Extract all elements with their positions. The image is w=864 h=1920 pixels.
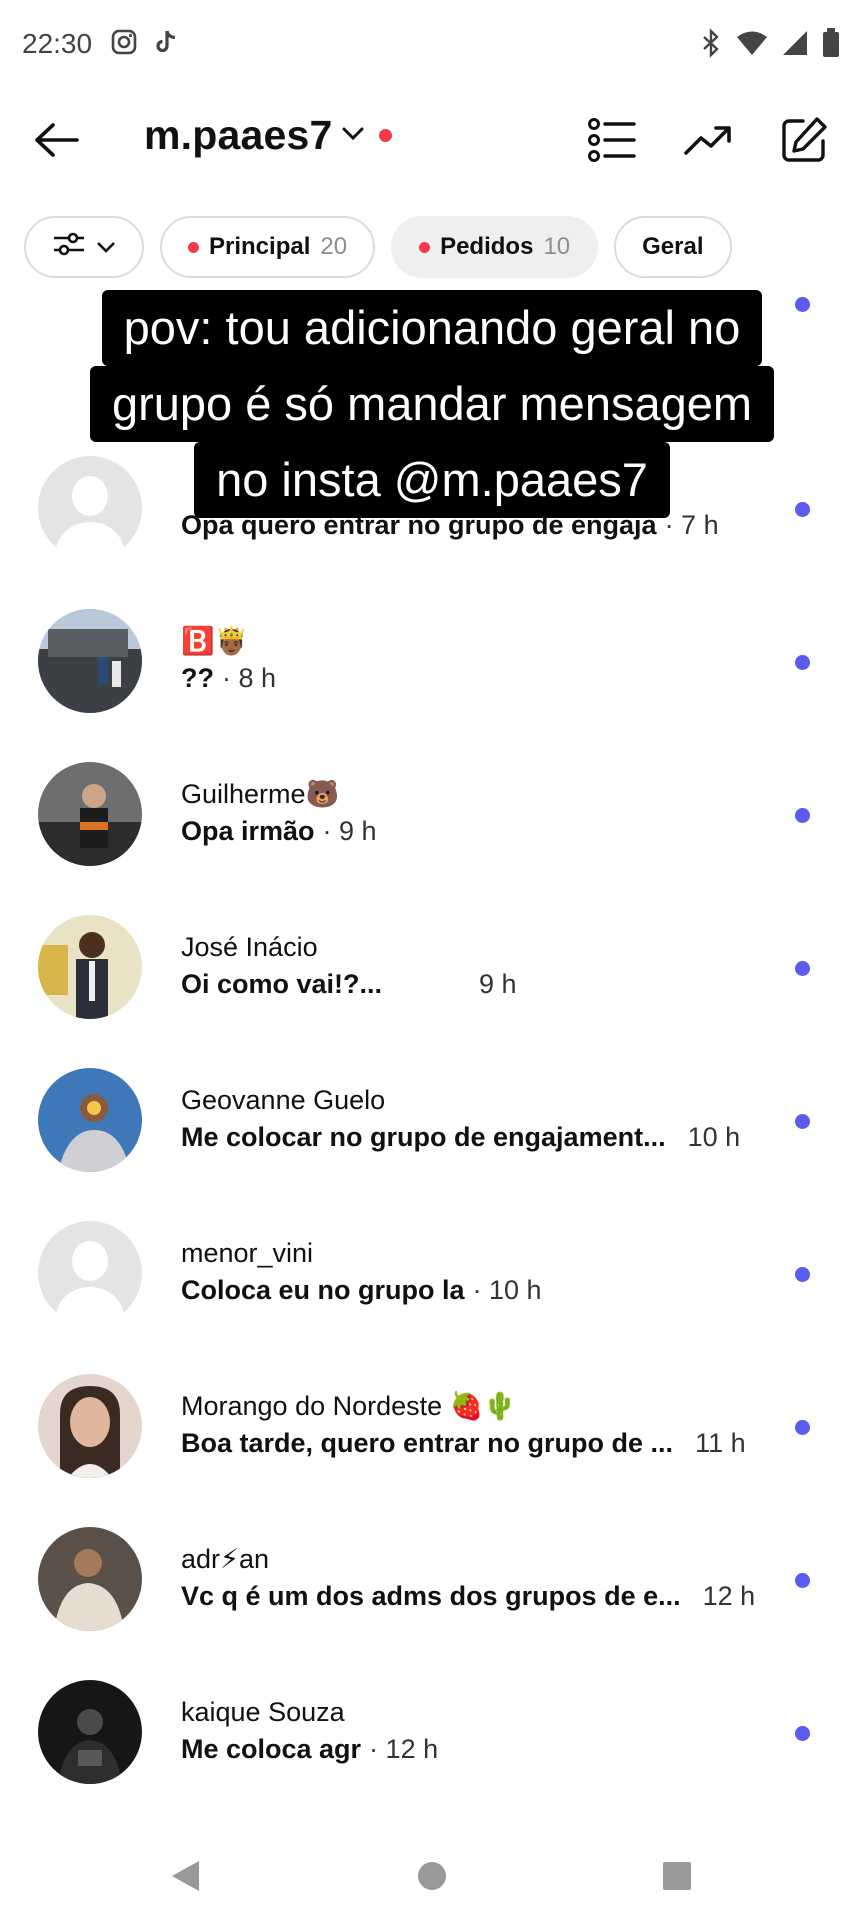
list-item[interactable]: kaique Souza Me coloca agr · 12 h xyxy=(0,1664,864,1816)
chip-count: 10 xyxy=(543,233,571,260)
thread-name: Guilherme🐻 xyxy=(181,779,340,809)
status-time: 22:30 xyxy=(22,28,93,59)
unread-dot xyxy=(188,241,199,253)
unread-indicator xyxy=(795,1420,810,1435)
thread-name: 🅱️🤴🏾 xyxy=(181,626,249,656)
list-item[interactable]: 🅱️🤴🏾 ?? · 8 h xyxy=(0,593,864,745)
chip-label: Pedidos xyxy=(440,233,534,260)
compose-icon xyxy=(779,115,829,170)
list-item[interactable]: Morango do Nordeste 🍓🌵 Boa tarde, quero … xyxy=(0,1358,864,1510)
tab-pedidos[interactable]: Pedidos 10 xyxy=(391,216,599,278)
back-triangle-icon xyxy=(169,1859,201,1898)
avatar xyxy=(38,1680,142,1784)
thread-name: kaique Souza xyxy=(181,1697,345,1727)
avatar xyxy=(38,762,142,866)
thread-name: Morango do Nordeste 🍓🌵 xyxy=(181,1391,517,1421)
list-item[interactable]: José Inácio Oi como vai!?... 9 h xyxy=(0,899,864,1051)
avatar xyxy=(38,1221,142,1325)
thread-name: menor_vini xyxy=(181,1238,314,1268)
thread-time: · 10 h xyxy=(472,1275,542,1305)
instagram-icon xyxy=(110,28,138,61)
recents-square-icon xyxy=(661,1860,693,1897)
unread-indicator xyxy=(795,655,810,670)
thread-message: ?? xyxy=(181,663,214,693)
avatar xyxy=(38,915,142,1019)
list-item[interactable]: menor_vini Coloca eu no grupo la · 10 h xyxy=(0,1205,864,1357)
signal-icon xyxy=(782,30,808,61)
unread-indicator xyxy=(795,1114,810,1129)
back-arrow-icon xyxy=(33,122,79,163)
thread-time: · 12 h xyxy=(369,1734,439,1764)
list-icon xyxy=(587,117,637,168)
list-item[interactable]: adr⚡an Vc q é um dos adms dos grupos de … xyxy=(0,1511,864,1663)
caption-line-2: grupo é só mandar mensagem xyxy=(89,366,775,442)
compose-button[interactable] xyxy=(776,114,832,170)
nav-home-button[interactable] xyxy=(412,1858,452,1898)
chevron-down-icon xyxy=(341,124,365,147)
thread-message: Boa tarde, quero entrar no grupo de ... xyxy=(181,1428,674,1458)
unread-indicator xyxy=(795,808,810,823)
video-caption: pov: tou adicionando geral no grupo é só… xyxy=(0,290,864,518)
thread-message: Me colocar no grupo de engajament... xyxy=(181,1122,666,1152)
nav-recents-button[interactable] xyxy=(657,1858,697,1898)
thread-time: 9 h xyxy=(479,969,517,999)
wifi-icon xyxy=(736,30,768,61)
thread-message: Me coloca agr xyxy=(181,1734,362,1764)
status-bar: 22:30 xyxy=(0,0,864,92)
chip-count: 20 xyxy=(320,233,348,260)
trending-button[interactable] xyxy=(680,114,736,170)
thread-message: Opa irmão xyxy=(181,816,315,846)
avatar xyxy=(38,1068,142,1172)
unread-indicator xyxy=(795,1573,810,1588)
top-bar: m.paaes7 xyxy=(0,100,864,180)
thread-name: adr⚡an xyxy=(181,1544,270,1574)
caption-line-1: pov: tou adicionando geral no xyxy=(101,290,763,366)
avatar xyxy=(38,1527,142,1631)
notification-dot xyxy=(378,129,392,142)
chip-label: Geral xyxy=(642,233,704,260)
list-item[interactable]: Geovanne Guelo Me colocar no grupo de en… xyxy=(0,1052,864,1204)
avatar xyxy=(38,609,142,713)
trending-icon xyxy=(683,123,733,162)
thread-time: 11 h xyxy=(695,1428,746,1458)
list-button[interactable] xyxy=(584,114,640,170)
unread-indicator xyxy=(795,1267,810,1282)
unread-indicator xyxy=(795,961,810,976)
battery-icon xyxy=(822,28,840,63)
bluetooth-icon xyxy=(700,28,722,63)
account-name: m.paaes7 xyxy=(144,112,333,158)
thread-name: José Inácio xyxy=(181,932,318,962)
unread-dot xyxy=(419,241,431,253)
tiktok-icon xyxy=(152,28,180,61)
unread-indicator xyxy=(795,1726,810,1741)
account-switcher[interactable]: m.paaes7 xyxy=(144,112,392,159)
thread-time: · 8 h xyxy=(222,663,277,693)
thread-message: Oi como vai!?... xyxy=(181,969,383,999)
system-nav-bar xyxy=(0,1838,864,1920)
home-circle-icon xyxy=(416,1860,448,1897)
thread-message: Coloca eu no grupo la xyxy=(181,1275,465,1305)
chevron-down-icon xyxy=(96,233,116,261)
list-item[interactable]: Guilherme🐻 Opa irmão · 9 h xyxy=(0,746,864,898)
back-button[interactable] xyxy=(28,114,84,170)
thread-name: Geovanne Guelo xyxy=(181,1085,386,1115)
filter-icon xyxy=(52,231,86,264)
thread-time: · 9 h xyxy=(322,816,377,846)
filter-chips: Principal 20 Pedidos 10 Geral xyxy=(24,216,732,278)
nav-back-button[interactable] xyxy=(165,1858,205,1898)
tab-geral[interactable]: Geral xyxy=(614,216,732,278)
chip-label: Principal xyxy=(209,233,311,260)
filter-chip[interactable] xyxy=(24,216,144,278)
thread-message: Vc q é um dos adms dos grupos de e... xyxy=(181,1581,681,1611)
avatar xyxy=(38,1374,142,1478)
thread-time: 10 h xyxy=(687,1122,741,1152)
thread-time: 12 h xyxy=(702,1581,756,1611)
tab-principal[interactable]: Principal 20 xyxy=(160,216,376,278)
caption-line-3: no insta @m.paaes7 xyxy=(194,442,670,518)
